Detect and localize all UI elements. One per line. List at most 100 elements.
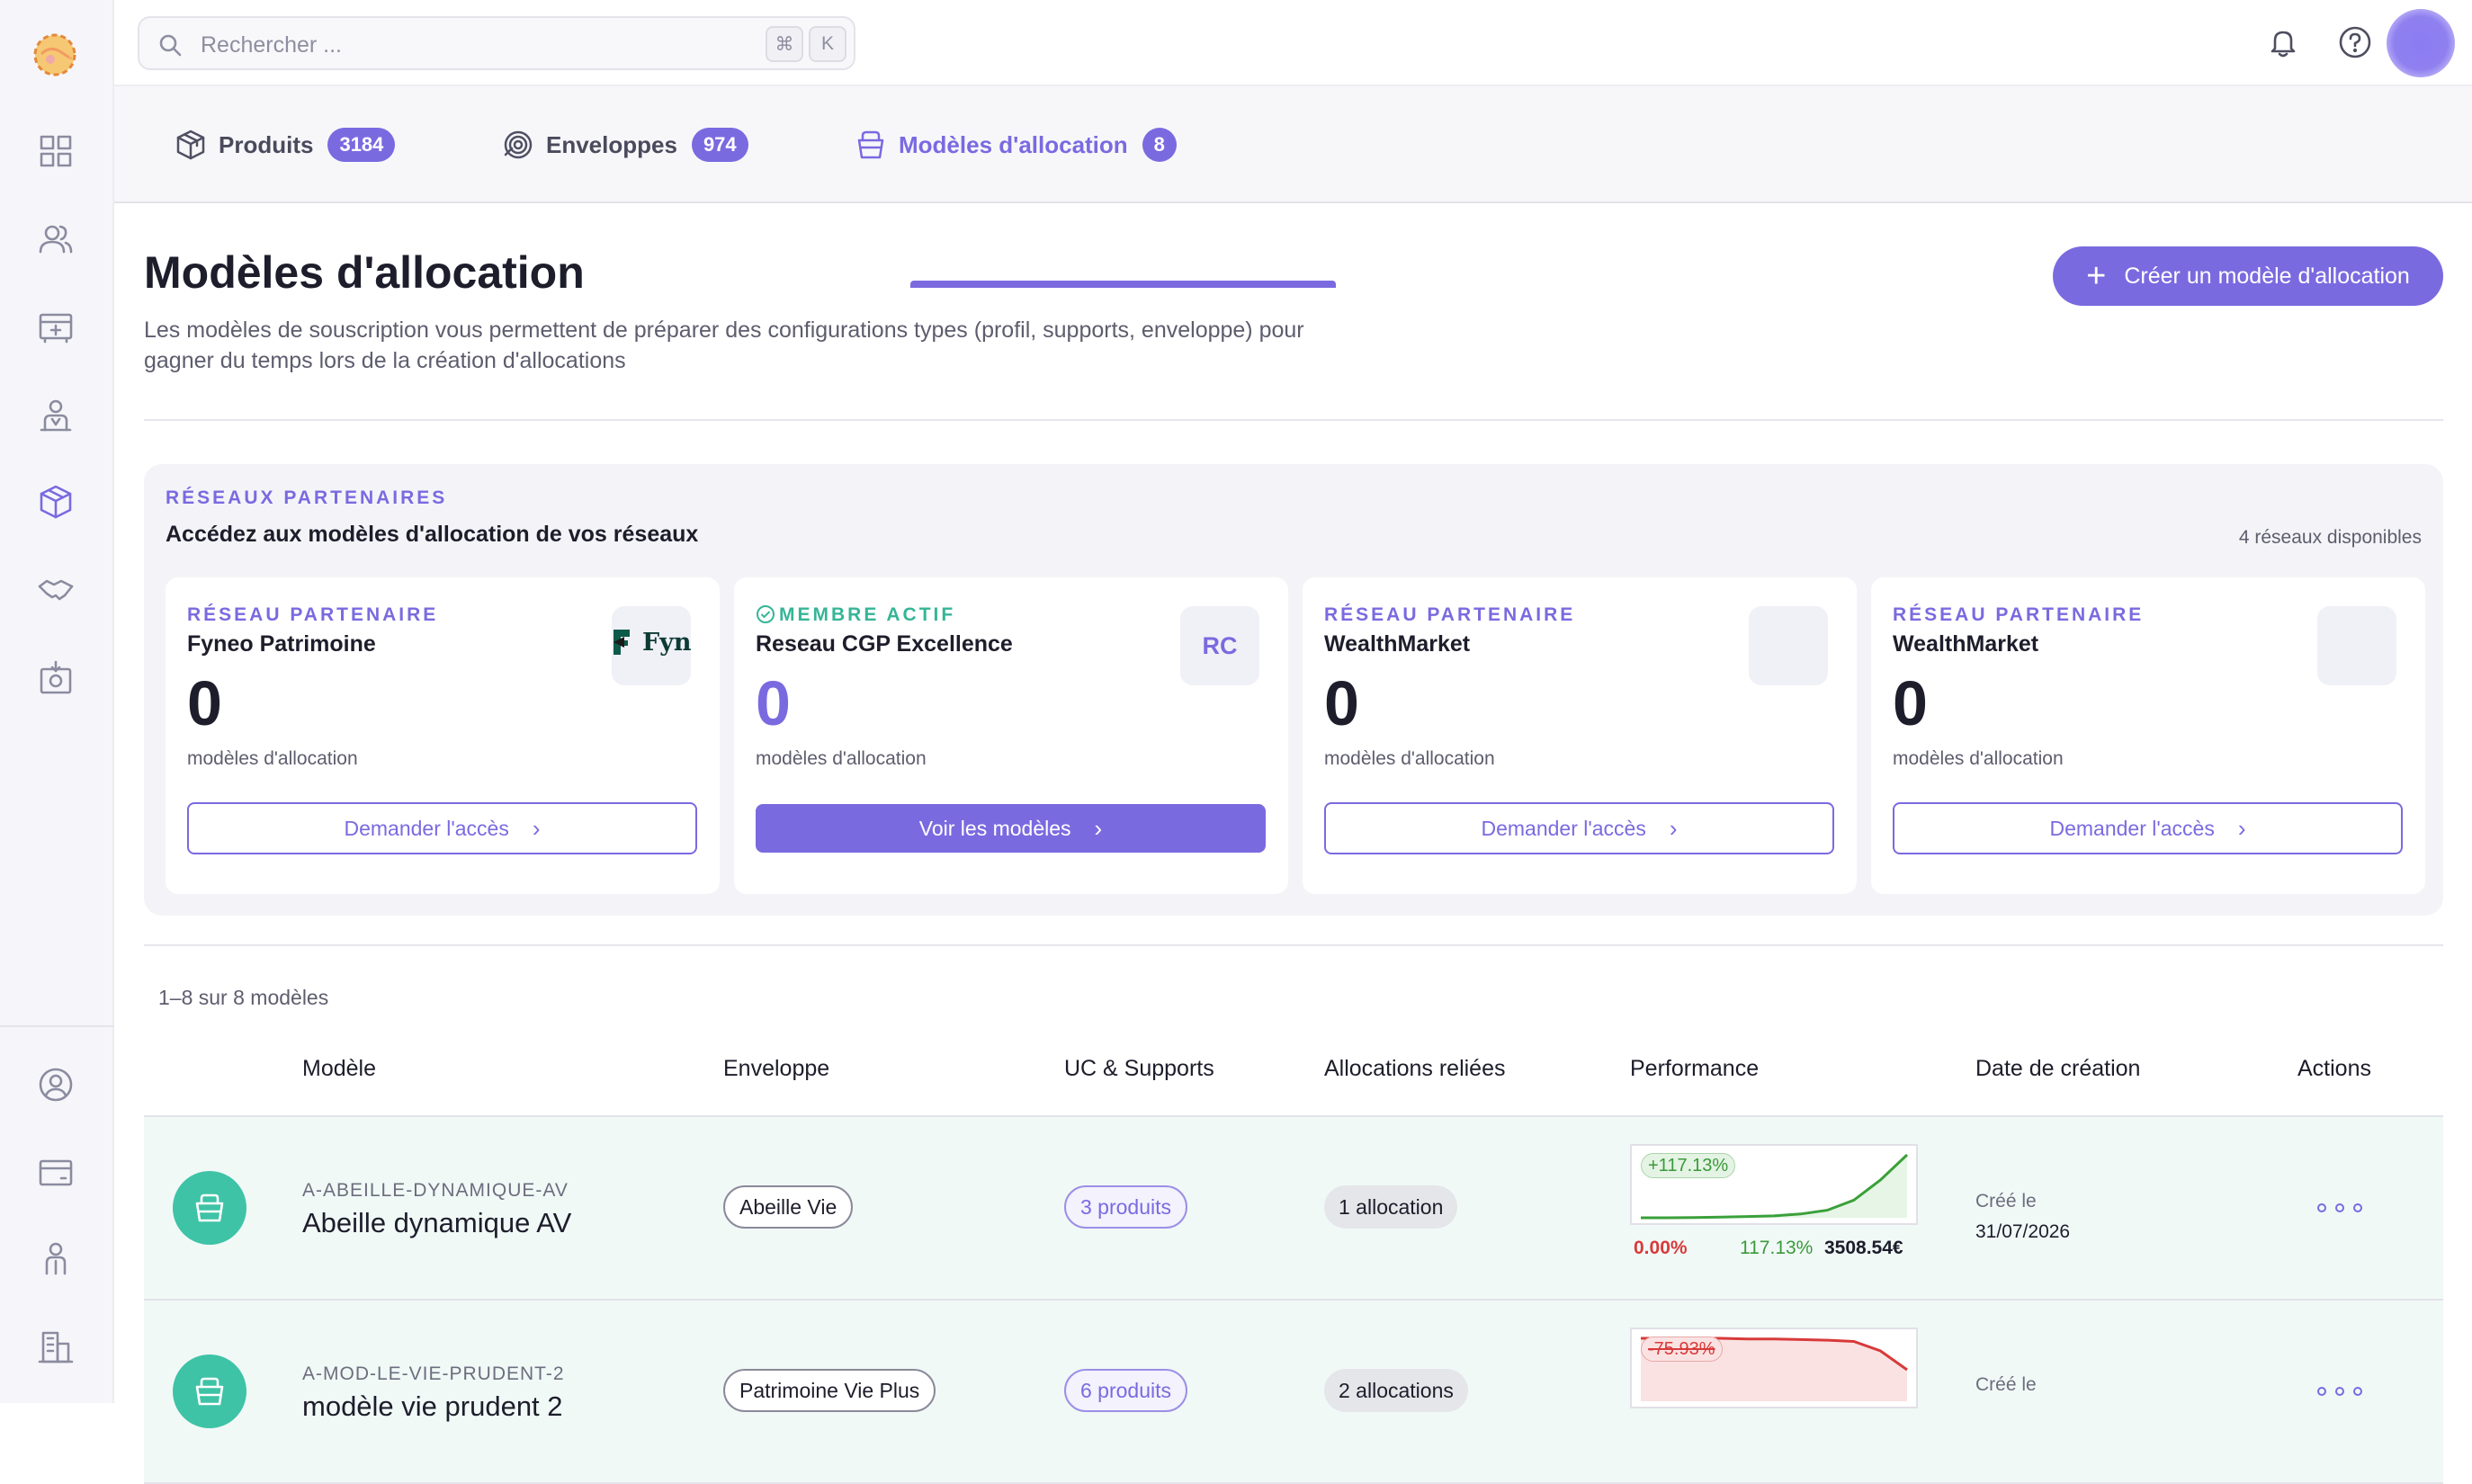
card-kicker: RÉSEAU PARTENAIRE [187,604,439,625]
active-tab-indicator [910,281,1336,288]
table-row[interactable]: A-MOD-LE-VIE-PRUDENT-2 modèle vie pruden… [144,1301,2443,1484]
box-icon [176,130,205,160]
view-models-button[interactable]: Voir les modèles › [756,804,1266,853]
notifications-bell-icon[interactable] [2262,22,2304,63]
section-divider [144,944,2443,946]
search-icon [159,34,182,57]
model-name[interactable]: modèle vie prudent 2 [302,1390,563,1423]
products-icon[interactable] [34,480,77,523]
more-actions-icon[interactable] [2317,1194,2362,1221]
shortcut-cmd-key: ⌘ [766,26,803,62]
performance-start: 0.00% [1634,1238,1688,1258]
company-icon[interactable] [34,1326,77,1369]
card-count-label: modèles d'allocation [1324,748,1495,769]
fyneo-logo-text: Fyn [642,629,691,657]
request-access-button[interactable]: Demander l'accès › [187,802,697,854]
billing-icon[interactable] [34,1151,77,1194]
card-model-count: 0 [187,668,222,738]
created-label: Créé le [1975,1374,2037,1395]
tab-count-badge: 8 [1142,128,1177,162]
basket-icon [857,130,884,159]
uc-products-pill[interactable]: 3 produits [1064,1185,1188,1229]
model-code: A-MOD-LE-VIE-PRUDENT-2 [302,1363,565,1384]
request-access-button[interactable]: Demander l'accès › [1893,802,2403,854]
networks-available-count: 4 réseaux disponibles [2238,527,2422,548]
column-header-performance[interactable]: Performance [1630,1056,1759,1082]
request-access-button[interactable]: Demander l'accès › [1324,802,1834,854]
uc-products-pill[interactable]: 6 produits [1064,1369,1188,1412]
tab-count-badge: 974 [691,128,748,162]
card-kicker: MEMBRE ACTIF [779,604,956,625]
tab-count-badge: 3184 [327,128,396,162]
envelope-pill[interactable]: Patrimoine Vie Plus [723,1369,936,1412]
performance-tag: -75.93% [1641,1336,1723,1362]
search-input[interactable]: Rechercher ... ⌘ K [138,16,855,70]
networks-kicker: RÉSEAUX PARTENAIRES [166,487,448,508]
network-card: MEMBRE ACTIF Reseau CGP Excellence RC 0 … [734,577,1288,894]
network-card: RÉSEAU PARTENAIRE Fyneo Patrimoine Fyn 0… [166,577,720,894]
column-header-model[interactable]: Modèle [302,1056,376,1082]
button-label: Demander l'accès [344,816,509,840]
check-circle-icon [757,605,775,623]
allocations-pill[interactable]: 2 allocations [1324,1369,1468,1412]
performance-sparkline: +117.13% [1630,1144,1918,1225]
performance-end: 117.13% [1740,1238,1814,1258]
app-logo-icon[interactable] [27,27,83,83]
more-actions-icon[interactable] [2317,1378,2362,1405]
tab-label: Enveloppes [546,130,677,158]
tab-allocation-models[interactable]: Modèles d'allocation 8 [854,86,1177,203]
advisor-icon[interactable] [34,394,77,437]
chevron-right-icon: › [1094,814,1103,842]
inbox-icon[interactable] [34,657,77,700]
clients-icon[interactable] [34,218,77,261]
card-model-count: 0 [756,668,791,738]
network-card: RÉSEAU PARTENAIRE WealthMarket 0 modèles… [1871,577,2425,894]
column-header-linked-allocations[interactable]: Allocations reliées [1324,1056,1506,1082]
card-count-label: modèles d'allocation [756,748,927,769]
column-header-actions: Actions [2297,1056,2371,1081]
card-count-label: modèles d'allocation [187,748,358,769]
column-header-creation-date[interactable]: Date de création [1975,1056,2140,1082]
model-name[interactable]: Abeille dynamique AV [302,1207,571,1239]
created-label: Créé le [1975,1191,2037,1211]
network-logo: Fyn [612,606,691,685]
create-allocation-model-button[interactable]: + Créer un modèle d'allocation [2053,246,2443,306]
profile-icon[interactable] [34,1063,77,1106]
results-count: 1–8 sur 8 modèles [158,986,329,1009]
partner-networks-panel: RÉSEAUX PARTENAIRES Accédez aux modèles … [144,464,2443,916]
network-logo: RC [1180,606,1259,685]
user-avatar[interactable] [2387,9,2455,77]
table-row[interactable]: A-ABEILLE-DYNAMIQUE-AV Abeille dynamique… [144,1117,2443,1301]
model-basket-icon [173,1354,246,1428]
network-card: RÉSEAU PARTENAIRE WealthMarket 0 modèles… [1303,577,1857,894]
column-header-uc-supports[interactable]: UC & Supports [1064,1056,1214,1082]
page-title: Modèles d'allocation [144,247,585,298]
card-network-name: WealthMarket [1324,631,1471,657]
header-divider [144,419,2443,421]
network-logo [1749,606,1828,685]
model-code: A-ABEILLE-DYNAMIQUE-AV [302,1180,569,1201]
sidebar [0,0,114,1403]
envelope-pill[interactable]: Abeille Vie [723,1185,854,1229]
team-icon[interactable] [34,1238,77,1281]
tab-products[interactable]: Produits 3184 [174,86,396,203]
dashboard-icon[interactable] [34,130,77,173]
column-header-envelope[interactable]: Enveloppe [723,1056,829,1082]
allocations-pill[interactable]: 1 allocation [1324,1185,1458,1229]
handshake-icon[interactable] [34,568,77,612]
card-network-name: Fyneo Patrimoine [187,631,376,657]
card-network-name: WealthMarket [1893,631,2039,657]
performance-value: 3508.54€ [1824,1238,1903,1258]
chevron-right-icon: › [1669,814,1678,842]
button-label: Voir les modèles [918,816,1071,840]
search-placeholder: Rechercher ... [201,32,343,58]
spiral-icon [504,130,533,159]
card-count-label: modèles d'allocation [1893,748,2064,769]
tab-envelopes[interactable]: Enveloppes 974 [501,86,748,203]
tab-bar: Produits 3184 Enveloppes 974 Modèles d'a… [114,86,2472,288]
plus-icon: + [2086,257,2107,295]
help-icon[interactable] [2334,22,2376,63]
model-basket-icon [173,1171,246,1245]
board-icon[interactable] [34,306,77,349]
shortcut-k-key: K [809,26,846,62]
